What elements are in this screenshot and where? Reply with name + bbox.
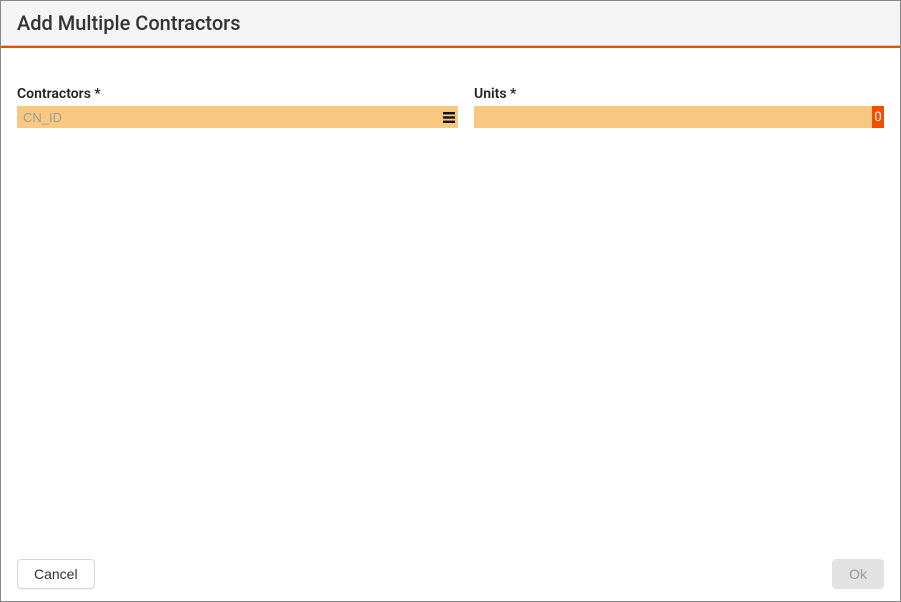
contractors-input[interactable]: [17, 106, 440, 128]
menu-icon[interactable]: [440, 106, 458, 128]
contractors-input-row: [17, 106, 458, 128]
contractors-label: Contractors *: [17, 86, 458, 102]
dialog-content: Contractors * Units * 0: [1, 48, 900, 547]
dialog-header: Add Multiple Contractors: [1, 1, 900, 46]
units-field-group: Units * 0: [474, 86, 884, 128]
units-label: Units *: [474, 86, 884, 102]
units-input-row: 0: [474, 106, 884, 128]
dialog-footer: Cancel Ok: [1, 547, 900, 601]
units-input[interactable]: 0: [474, 106, 884, 128]
contractors-field-group: Contractors *: [17, 86, 458, 128]
dialog-title: Add Multiple Contractors: [17, 11, 884, 35]
units-value: 0: [872, 106, 884, 128]
cancel-button[interactable]: Cancel: [17, 559, 95, 589]
ok-button[interactable]: Ok: [832, 559, 884, 589]
